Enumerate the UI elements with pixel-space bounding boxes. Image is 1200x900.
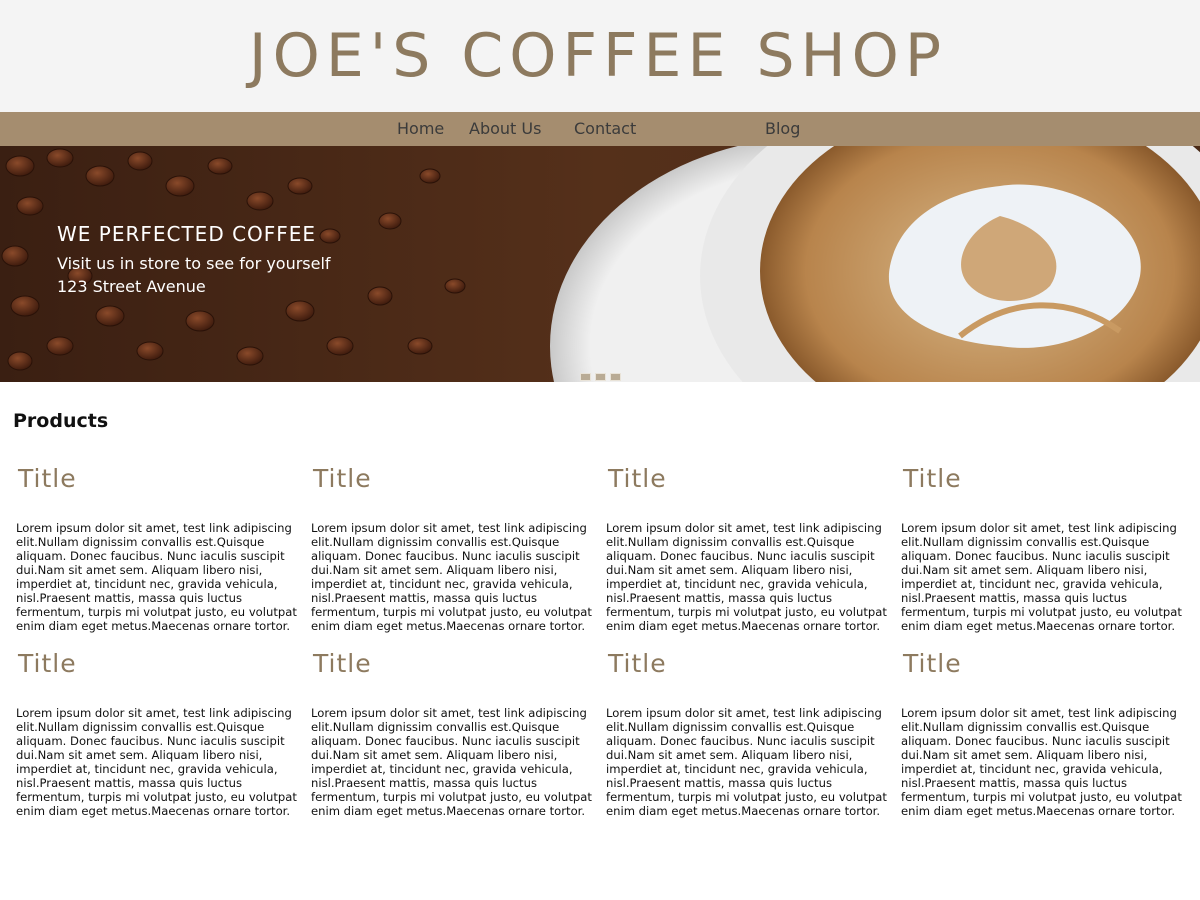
product-card-text: Lorem ipsum dolor sit amet, test link ad… bbox=[16, 706, 297, 818]
product-card: Title Lorem ipsum dolor sit amet, test l… bbox=[16, 647, 299, 818]
hero-subtitle: Visit us in store to see for yourself bbox=[57, 254, 331, 273]
product-card-text: Lorem ipsum dolor sit amet, test link ad… bbox=[606, 521, 887, 633]
product-card-text: Lorem ipsum dolor sit amet, test link ad… bbox=[901, 706, 1182, 818]
slider-dot-1[interactable] bbox=[580, 373, 591, 381]
product-card-title: Title bbox=[903, 464, 962, 493]
products-grid: Title Lorem ipsum dolor sit amet, test l… bbox=[16, 462, 1188, 818]
product-card-text: Lorem ipsum dolor sit amet, test link ad… bbox=[16, 521, 297, 633]
product-card-title: Title bbox=[903, 649, 962, 678]
slider-dots bbox=[580, 373, 621, 381]
product-card: Title Lorem ipsum dolor sit amet, test l… bbox=[901, 647, 1184, 818]
product-card-text: Lorem ipsum dolor sit amet, test link ad… bbox=[311, 706, 592, 818]
product-card-title: Title bbox=[608, 464, 667, 493]
nav-item-contact[interactable]: Contact bbox=[574, 112, 636, 146]
slider-dot-2[interactable] bbox=[595, 373, 606, 381]
product-card-text: Lorem ipsum dolor sit amet, test link ad… bbox=[901, 521, 1182, 633]
hero-caption: WE PERFECTED COFFEE Visit us in store to… bbox=[57, 222, 331, 298]
product-card: Title Lorem ipsum dolor sit amet, test l… bbox=[606, 462, 889, 633]
site-title: JOE'S COFFEE SHOP bbox=[248, 21, 948, 91]
hero-address: 123 Street Avenue bbox=[57, 277, 206, 296]
slider-dot-3[interactable] bbox=[610, 373, 621, 381]
product-card-title: Title bbox=[18, 649, 77, 678]
product-card-text: Lorem ipsum dolor sit amet, test link ad… bbox=[311, 521, 592, 633]
nav-item-home[interactable]: Home bbox=[397, 112, 444, 146]
product-card: Title Lorem ipsum dolor sit amet, test l… bbox=[16, 462, 299, 633]
nav-item-about-us[interactable]: About Us bbox=[469, 112, 541, 146]
main-nav: Home About Us Contact Blog bbox=[0, 112, 1200, 146]
site-header: JOE'S COFFEE SHOP bbox=[0, 0, 1200, 112]
product-card-text: Lorem ipsum dolor sit amet, test link ad… bbox=[606, 706, 887, 818]
product-card-title: Title bbox=[18, 464, 77, 493]
product-card-title: Title bbox=[313, 649, 372, 678]
nav-item-blog[interactable]: Blog bbox=[765, 112, 800, 146]
product-card: Title Lorem ipsum dolor sit amet, test l… bbox=[606, 647, 889, 818]
product-card: Title Lorem ipsum dolor sit amet, test l… bbox=[311, 647, 594, 818]
hero-headline: WE PERFECTED COFFEE bbox=[57, 222, 317, 246]
product-card-title: Title bbox=[313, 464, 372, 493]
product-card-title: Title bbox=[608, 649, 667, 678]
products-heading: Products bbox=[13, 410, 109, 432]
product-card: Title Lorem ipsum dolor sit amet, test l… bbox=[901, 462, 1184, 633]
product-card: Title Lorem ipsum dolor sit amet, test l… bbox=[311, 462, 594, 633]
hero-banner: WE PERFECTED COFFEE Visit us in store to… bbox=[0, 146, 1200, 382]
